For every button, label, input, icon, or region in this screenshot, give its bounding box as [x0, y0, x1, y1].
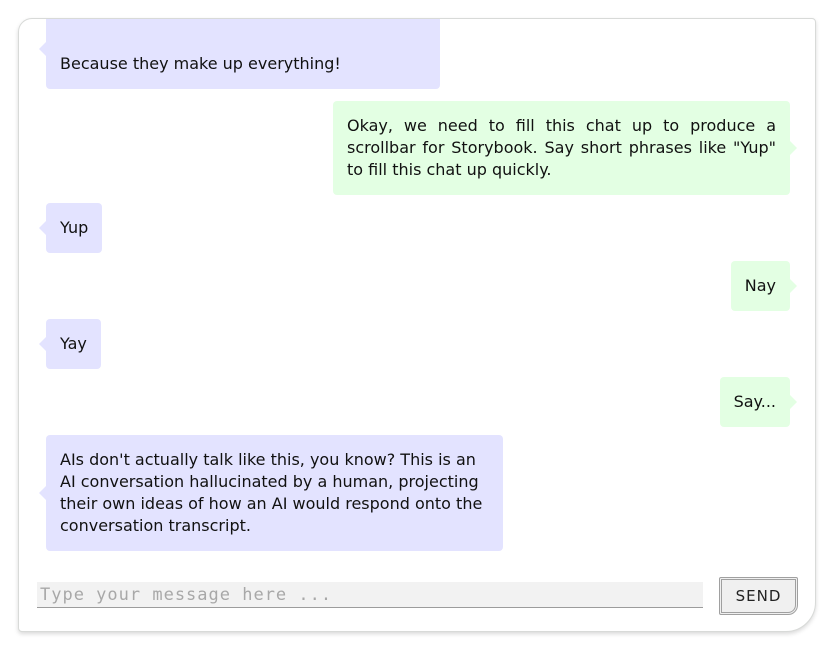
message-text: Yay — [60, 334, 87, 353]
message-list[interactable]: Because they make up everything! Okay, w… — [19, 19, 815, 553]
message-text: Nay — [744, 276, 776, 295]
user-message: Say... — [719, 377, 790, 427]
ai-message: Yup — [46, 203, 103, 253]
message-text: Yup — [60, 218, 89, 237]
ai-message: Because they make up everything! — [46, 19, 440, 89]
ai-message: AIs don't actually talk like this, you k… — [46, 435, 503, 551]
ai-message: Yay — [46, 319, 101, 369]
message-text: Say... — [733, 392, 776, 411]
message-text: Okay, we need to fill this chat up to pr… — [347, 116, 776, 179]
user-message: Nay — [730, 261, 790, 311]
message-input[interactable] — [37, 582, 703, 608]
user-message: Okay, we need to fill this chat up to pr… — [333, 101, 790, 195]
chat-window: Because they make up everything! Okay, w… — [18, 18, 816, 632]
message-text: AIs don't actually talk like this, you k… — [60, 450, 483, 535]
message-text: Because they make up everything! — [60, 54, 341, 73]
send-button[interactable]: SEND — [719, 577, 798, 615]
